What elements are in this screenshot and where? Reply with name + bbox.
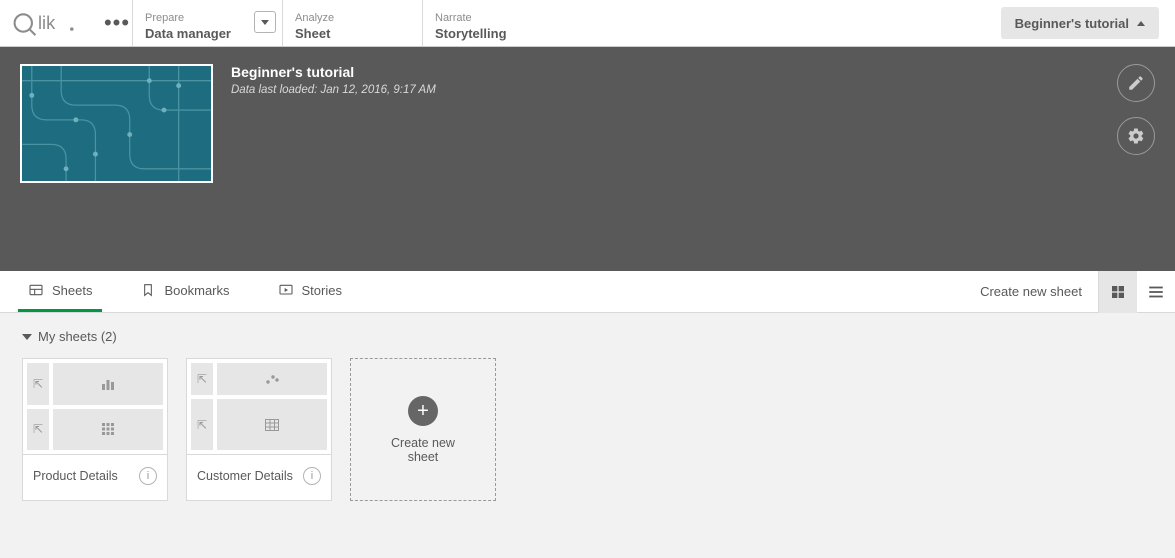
chart-icon (53, 363, 163, 405)
nav-narrate-value: Storytelling (435, 26, 544, 41)
section-my-sheets-toggle[interactable]: My sheets (2) (22, 329, 1153, 344)
chevron-down-icon (261, 20, 269, 25)
settings-button[interactable] (1117, 117, 1155, 155)
list-icon (1147, 283, 1165, 301)
nav-prepare-dropdown[interactable] (254, 11, 276, 33)
sheet-preview: ⇱ ⇱ (23, 359, 167, 454)
tab-stories[interactable]: Stories (268, 271, 352, 312)
nav-analyze-value: Sheet (295, 26, 404, 41)
nav-prepare-value: Data manager (145, 26, 264, 41)
bookmark-icon (140, 282, 156, 298)
tab-bookmarks[interactable]: Bookmarks (130, 271, 239, 312)
svg-text:lik: lik (38, 13, 56, 33)
overview-subtitle: Data last loaded: Jan 12, 2016, 9:17 AM (231, 84, 436, 96)
nav-prepare[interactable]: Prepare Data manager (132, 0, 282, 46)
triangle-down-icon (22, 334, 32, 340)
stories-icon (278, 282, 294, 298)
overview-title: Beginner's tutorial (231, 64, 436, 80)
sheet-preview: ⇱ ⇱ (187, 359, 331, 454)
edit-button[interactable] (1117, 64, 1155, 102)
sheet-card-title: Customer Details (197, 469, 293, 483)
plus-icon: + (408, 396, 438, 426)
tab-sheets[interactable]: Sheets (18, 271, 102, 312)
app-title-dropdown[interactable]: Beginner's tutorial (1001, 7, 1159, 39)
go-icon: ⇱ (27, 363, 49, 405)
nav-narrate[interactable]: Narrate Storytelling (422, 0, 562, 46)
tab-stories-label: Stories (302, 283, 342, 298)
sheet-card-customer-details[interactable]: ⇱ ⇱ Customer Details i (186, 358, 332, 501)
global-menu-icon[interactable]: ••• (102, 0, 132, 46)
scatter-icon (217, 363, 327, 395)
pencil-icon (1127, 74, 1145, 92)
nav-analyze[interactable]: Analyze Sheet (282, 0, 422, 46)
sheet-card-product-details[interactable]: ⇱ ⇱ Product Details i (22, 358, 168, 501)
app-title-text: Beginner's tutorial (1015, 16, 1129, 31)
grid-icon (53, 409, 163, 451)
sheets-icon (28, 282, 44, 298)
view-list-button[interactable] (1137, 271, 1175, 313)
app-thumbnail (20, 64, 213, 183)
view-grid-button[interactable] (1099, 271, 1137, 313)
chevron-up-icon (1137, 21, 1145, 26)
create-new-sheet-label: Create new sheet (383, 436, 463, 464)
go-icon: ⇱ (27, 409, 49, 451)
nav-narrate-label: Narrate (435, 12, 544, 24)
create-new-sheet-card[interactable]: + Create new sheet (350, 358, 496, 501)
sheet-card-title: Product Details (33, 469, 118, 483)
create-new-sheet-link[interactable]: Create new sheet (972, 271, 1090, 312)
nav-analyze-label: Analyze (295, 12, 404, 24)
section-my-sheets-label: My sheets (2) (38, 329, 117, 344)
nav-prepare-label: Prepare (145, 12, 264, 24)
gear-icon (1127, 127, 1145, 145)
qlik-logo[interactable]: lik (0, 0, 102, 46)
info-icon[interactable]: i (139, 467, 157, 485)
tab-sheets-label: Sheets (52, 283, 92, 298)
tab-bookmarks-label: Bookmarks (164, 283, 229, 298)
info-icon[interactable]: i (303, 467, 321, 485)
go-icon: ⇱ (191, 363, 213, 395)
table-icon (217, 399, 327, 450)
grid-icon (1110, 284, 1126, 300)
go-icon: ⇱ (191, 399, 213, 450)
